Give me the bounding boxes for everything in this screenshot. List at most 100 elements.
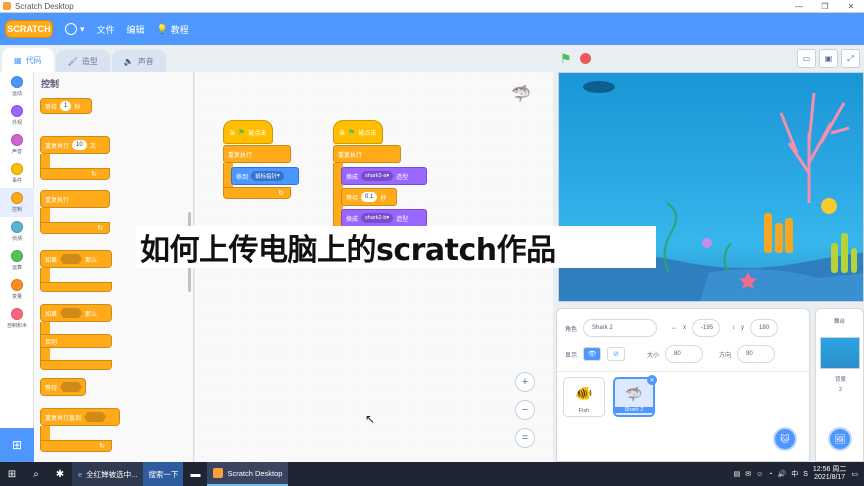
category-dot-icon	[11, 163, 23, 175]
add-extension-button[interactable]: ⊞	[0, 428, 34, 462]
fan-app-icon[interactable]: ✱	[48, 462, 72, 486]
category-sound[interactable]: 声音	[0, 130, 34, 159]
system-tray: ▤ ✉ ☺ ◔ 🔊 中 S 12:56 周二 2021/8/17 ▭	[734, 466, 864, 482]
category-dot-icon	[11, 250, 23, 262]
switch-costume-block[interactable]: 换成 shark2-a ▾ 造型	[341, 167, 427, 185]
category-motion[interactable]: 运动	[0, 72, 34, 101]
block-if[interactable]: 如果 那么	[40, 250, 112, 268]
zoom-out-button[interactable]: −	[515, 400, 535, 420]
scratch-logo[interactable]: SCRATCH	[5, 20, 53, 38]
size-input[interactable]: 80	[665, 345, 704, 363]
green-flag-icon[interactable]: ⚑	[560, 51, 572, 67]
block-text: 当	[339, 130, 346, 137]
block-wait-until[interactable]: 等待	[40, 378, 86, 396]
close-icon[interactable]: ✕	[838, 2, 864, 11]
block-text: 造型	[396, 174, 409, 181]
y-input[interactable]: 180	[750, 319, 779, 337]
add-backdrop-button[interactable]: 🖼	[828, 427, 852, 451]
file-explorer-icon[interactable]: ▬	[183, 462, 207, 486]
condition-slot[interactable]	[60, 308, 83, 318]
tutorials-menu[interactable]: 💡 教程	[157, 23, 189, 36]
zoom-in-button[interactable]: +	[515, 372, 535, 392]
tray-app-icon[interactable]: ☺	[756, 471, 763, 478]
search-icon[interactable]: ⌕	[24, 462, 48, 486]
delete-sprite-icon[interactable]: ✕	[647, 375, 657, 385]
hide-sprite-icon[interactable]: ⊘	[607, 347, 626, 361]
when-flag-clicked-block[interactable]: 当 ⚑ 被点击	[223, 120, 273, 144]
zoom-reset-button[interactable]: =	[515, 428, 535, 448]
sprite-name-row: 角色 Shark 2 ↔ x -195 ↕ y 180	[565, 319, 779, 337]
notification-icon[interactable]: ▭	[851, 470, 858, 478]
wait-input[interactable]: 0.1	[361, 192, 378, 202]
condition-slot[interactable]	[60, 254, 83, 264]
goto-block[interactable]: 移到 鼠标指针 ▾	[231, 167, 299, 185]
taskbar-search-button[interactable]: 搜索一下	[143, 462, 184, 486]
sprite-thumbnail-shark[interactable]: ✕ 🦈 Shark 2	[613, 375, 657, 417]
show-visible-icon[interactable]: 👁	[583, 347, 602, 361]
extension-icon: ⊞	[11, 438, 23, 452]
y-arrows-icon: ↕	[732, 325, 736, 331]
category-control[interactable]: 控制	[0, 188, 34, 217]
wifi-icon[interactable]: ◔	[768, 471, 772, 478]
taskbar-scratch-window[interactable]: Scratch Desktop	[207, 462, 289, 486]
block-text: 重复执行	[45, 197, 70, 204]
tray-app-icon[interactable]: ▤	[734, 470, 741, 478]
condition-slot[interactable]	[60, 382, 83, 392]
edit-menu[interactable]: 编辑	[127, 23, 145, 36]
category-operators[interactable]: 运算	[0, 246, 34, 275]
minimize-icon[interactable]: —	[786, 2, 812, 11]
category-variables[interactable]: 变量	[0, 275, 34, 304]
volume-icon[interactable]: 🔊	[778, 470, 787, 478]
maximize-icon[interactable]: ❐	[812, 2, 838, 11]
stage-target-pane[interactable]: 舞台 背景 2 🖼	[815, 308, 864, 462]
tab-costumes[interactable]: 🖌 造型	[55, 50, 110, 72]
block-wait[interactable]: 等待 1 秒	[40, 98, 92, 114]
category-my-blocks[interactable]: 自制积木	[0, 304, 34, 333]
block-repeat[interactable]: 重复执行 10 次	[40, 136, 110, 154]
x-input[interactable]: -195	[692, 319, 721, 337]
add-sprite-button[interactable]: 🐱	[773, 427, 797, 451]
condition-slot[interactable]	[84, 412, 107, 422]
ime-indicator[interactable]: 中	[791, 469, 798, 479]
fullscreen-icon[interactable]: ⤢	[841, 49, 860, 68]
taskbar-clock[interactable]: 12:56 周二 2021/8/17	[813, 466, 846, 482]
tray-app-icon[interactable]: ✉	[745, 470, 751, 478]
sogou-ime-icon[interactable]: S	[803, 471, 808, 478]
category-dot-icon	[11, 221, 23, 233]
forever-block-2[interactable]: 重复执行	[333, 145, 401, 163]
stop-icon[interactable]	[579, 53, 591, 64]
block-if-else[interactable]: 如果 那么	[40, 304, 112, 322]
mouse-pointer-icon: ↖	[365, 412, 376, 426]
category-sensing[interactable]: 侦测	[0, 217, 34, 246]
category-dot-icon	[11, 308, 23, 320]
sprite-name-input[interactable]: Shark 2	[583, 319, 658, 337]
category-events[interactable]: 事件	[0, 159, 34, 188]
globe-icon	[65, 23, 77, 35]
normal-stage-icon[interactable]: ▣	[819, 49, 838, 68]
dropdown-value: shark2-b	[365, 215, 387, 221]
direction-input[interactable]: 90	[737, 345, 776, 363]
windows-start-icon[interactable]: ⊞	[0, 462, 24, 486]
tab-sounds[interactable]: 🔈 声音	[111, 50, 166, 72]
block-text: 重复执行	[338, 152, 363, 159]
taskbar-ie-window[interactable]: e 全红婵被选中...	[72, 462, 144, 486]
small-stage-icon[interactable]: ▭	[797, 49, 816, 68]
costume-dropdown[interactable]: shark2-b ▾	[361, 213, 394, 223]
tab-code[interactable]: ▦ 代码	[2, 48, 54, 72]
file-menu[interactable]: 文件	[97, 23, 115, 36]
block-input[interactable]: 10	[72, 140, 87, 150]
forever-block[interactable]: 重复执行	[223, 145, 291, 163]
category-looks[interactable]: 外观	[0, 101, 34, 130]
block-repeat-until[interactable]: 重复执行直到	[40, 408, 120, 426]
costume-dropdown[interactable]: shark2-a ▾	[361, 171, 394, 181]
when-flag-clicked-block-2[interactable]: 当 ⚑ 被点击	[333, 120, 383, 144]
block-input[interactable]: 1	[60, 101, 72, 111]
sprite-thumbnail-fish[interactable]: 🐠 Fish	[563, 377, 605, 417]
block-forever[interactable]: 重复执行	[40, 190, 110, 208]
stage-header: ⚑ ▭ ▣ ⤢	[556, 45, 864, 72]
language-menu[interactable]: ▾	[65, 23, 85, 35]
block-text: 重复执行	[45, 143, 70, 150]
green-flag-icon: ⚑	[238, 127, 246, 137]
wait-block[interactable]: 等待 0.1 秒	[341, 188, 397, 206]
goto-target-dropdown[interactable]: 鼠标指针 ▾	[251, 171, 284, 181]
